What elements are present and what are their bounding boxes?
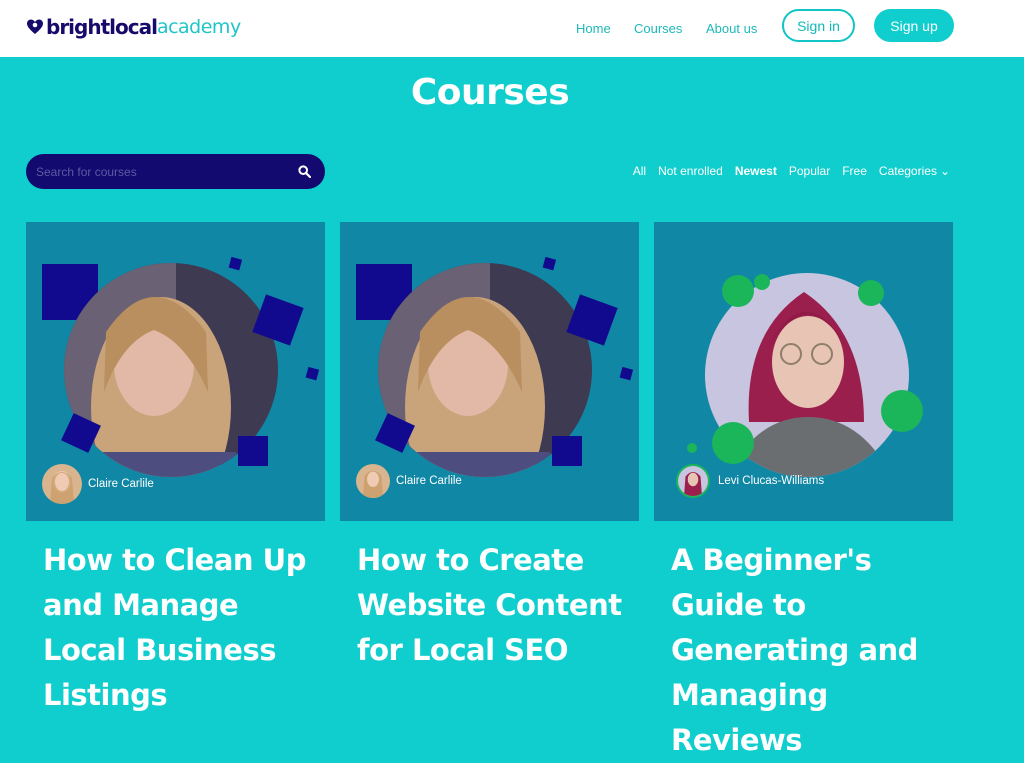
- page-title: Courses: [410, 72, 570, 113]
- course-thumbnail[interactable]: Claire Carlile: [26, 222, 325, 521]
- nav-home[interactable]: Home: [576, 21, 611, 36]
- logo-text-bright: brightlocal: [46, 15, 158, 39]
- search-icon[interactable]: [298, 165, 311, 178]
- avatar: [42, 464, 82, 504]
- filter-popular[interactable]: Popular: [789, 164, 830, 178]
- filter-categories-label: Categories: [878, 164, 937, 178]
- author-name: Claire Carlile: [396, 475, 462, 487]
- site-header: brightlocal academy Home Courses About us…: [0, 0, 1024, 57]
- filter-all[interactable]: All: [633, 164, 646, 178]
- search-input[interactable]: [36, 154, 286, 189]
- course-filters: All Not enrolled Newest Popular Free Cat…: [633, 163, 950, 179]
- sign-up-button[interactable]: Sign up: [874, 9, 954, 42]
- author-name: Claire Carlile: [88, 478, 154, 490]
- nav-courses[interactable]: Courses: [634, 21, 682, 36]
- filter-free[interactable]: Free: [842, 164, 867, 178]
- filter-not-enrolled[interactable]: Not enrolled: [658, 164, 723, 178]
- brightlocal-academy-logo[interactable]: brightlocal academy: [26, 13, 241, 41]
- filter-categories[interactable]: Categories ⌄: [879, 164, 950, 178]
- course-thumbnail[interactable]: Levi Clucas-Williams: [654, 222, 953, 521]
- course-title[interactable]: A Beginner's Guide to Generating and Man…: [671, 538, 946, 763]
- avatar: [356, 464, 390, 498]
- course-title[interactable]: How to Clean Up and Manage Local Busines…: [43, 538, 318, 718]
- author-badge: Claire Carlile: [42, 464, 154, 504]
- author-badge: Claire Carlile: [356, 464, 462, 498]
- nav-about-us[interactable]: About us: [706, 21, 757, 36]
- chevron-down-icon: ⌄: [939, 164, 950, 178]
- sign-in-button[interactable]: Sign in: [782, 9, 855, 42]
- course-title[interactable]: How to Create Website Content for Local …: [357, 538, 632, 673]
- search-bar[interactable]: [26, 154, 325, 189]
- course-thumbnail[interactable]: Claire Carlile: [340, 222, 639, 521]
- avatar: [676, 464, 710, 498]
- author-name: Levi Clucas-Williams: [718, 475, 825, 487]
- filter-newest[interactable]: Newest: [735, 164, 777, 178]
- heart-pin-icon: [27, 19, 43, 34]
- logo-text-academy: academy: [156, 16, 241, 38]
- author-badge: Levi Clucas-Williams: [676, 464, 824, 498]
